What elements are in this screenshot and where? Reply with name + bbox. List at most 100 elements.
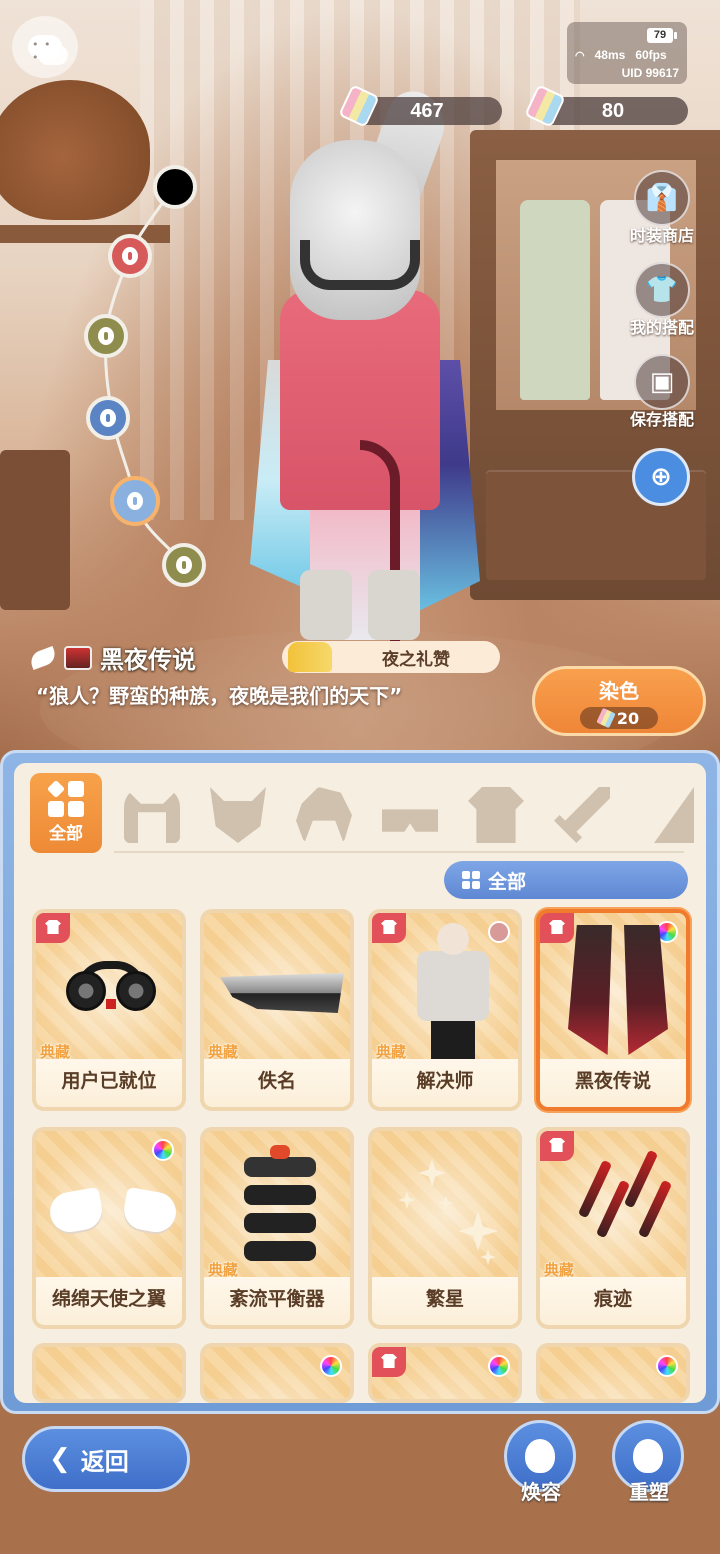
category-tabs: 全部 <box>14 763 706 859</box>
dye-cost: 20 <box>580 707 658 729</box>
lock-icon <box>127 492 143 510</box>
item-card[interactable]: 典藏 紊流平衡器 <box>200 1127 354 1329</box>
ping-value: 48ms <box>594 48 626 62</box>
variant-node-olive[interactable] <box>84 314 128 358</box>
item-card[interactable] <box>200 1343 354 1403</box>
variant-path <box>103 185 187 567</box>
coat-icon <box>288 642 332 672</box>
stars-effect-image <box>388 1151 508 1265</box>
fps-value: 60fps <box>635 48 667 62</box>
filter-dropdown[interactable]: 全部 <box>444 861 688 899</box>
top-category-tag-icon <box>372 1347 406 1377</box>
headphones-image <box>66 961 156 1015</box>
tab-sword-icon[interactable] <box>554 787 610 843</box>
rainbow-dye-icon <box>320 1355 342 1377</box>
top-category-tag-icon <box>540 1131 574 1161</box>
item-name: 绵绵天使之翼 <box>36 1277 182 1325</box>
item-name: 紊流平衡器 <box>204 1277 350 1325</box>
item-card[interactable]: 绵绵天使之翼 <box>32 1127 186 1329</box>
zoom-plus-icon: ⊕ <box>650 462 672 492</box>
tab-glasses-icon[interactable] <box>382 809 438 832</box>
wardrobe-panel: 全部 全部 典藏 用户已就位 典藏 佚名 典藏 解决师 黑夜传说 绵绵天使之翼 … <box>14 763 706 1403</box>
tab-hair-icon[interactable] <box>296 787 352 843</box>
chat-bubble-icon <box>28 35 62 64</box>
reshape-button[interactable]: 重塑 <box>612 1420 686 1505</box>
makeover-button[interactable]: 焕容 <box>504 1420 578 1505</box>
user-id: UID 99617 <box>621 66 679 80</box>
shirt-icon: 👔 <box>634 170 690 226</box>
tab-more-icon[interactable] <box>654 787 694 843</box>
rainbow-dye-icon <box>656 1355 678 1377</box>
item-name: 解决师 <box>372 1059 518 1107</box>
variant-node-blue[interactable] <box>86 396 130 440</box>
top-category-tag-icon <box>372 913 406 943</box>
save-outfit-button[interactable]: ▣ 保存搭配 <box>622 354 702 430</box>
angel-wings-image <box>46 1186 180 1236</box>
set-name: 夜之礼赞 <box>382 649 450 670</box>
back-arrow-icon: ❮ <box>49 1444 71 1474</box>
item-card[interactable] <box>32 1343 186 1403</box>
tab-divider <box>114 851 684 853</box>
top-category-tag-icon <box>36 913 70 943</box>
wifi-icon: ◠ <box>575 49 585 62</box>
currency-secondary-value: 80 <box>601 100 625 122</box>
item-name: 黑夜传说 <box>540 1059 686 1107</box>
dye-label: 染色 <box>599 679 639 703</box>
variant-node-lightblue-selected[interactable] <box>110 476 160 526</box>
item-name: 痕迹 <box>540 1277 686 1325</box>
item-card-selected[interactable]: 黑夜传说 <box>536 909 690 1111</box>
currency-primary[interactable]: 467 <box>338 84 502 128</box>
save-disk-icon: ▣ <box>634 354 690 410</box>
dye-button[interactable]: 染色 20 <box>532 666 706 736</box>
outfit-figure-image <box>407 923 497 1069</box>
variant-node-olive-2[interactable] <box>162 543 206 587</box>
hanger-shirt-icon: 👕 <box>634 262 690 318</box>
rainbow-dye-icon <box>152 1139 174 1161</box>
tab-all[interactable]: 全部 <box>30 773 102 853</box>
outfit-quote: “狼人？野蛮的种族，夜晚是我们的天下” <box>36 684 403 708</box>
item-grid-next-row <box>32 1343 692 1403</box>
set-name-pill[interactable]: 夜之礼赞 <box>282 641 500 673</box>
chat-button[interactable] <box>12 16 78 78</box>
item-card[interactable]: 繁星 <box>368 1127 522 1329</box>
lock-icon <box>98 327 114 345</box>
lock-icon <box>122 247 138 265</box>
tab-top-icon[interactable] <box>468 787 524 843</box>
wing-icon <box>28 645 58 670</box>
tab-mask-icon[interactable] <box>210 787 266 843</box>
item-card[interactable] <box>536 1343 690 1403</box>
variant-node-red[interactable] <box>108 234 152 278</box>
cape-image <box>568 925 668 1055</box>
back-button[interactable]: ❮ 返回 <box>22 1426 190 1492</box>
grid-icon <box>46 779 84 817</box>
item-name: 佚名 <box>204 1059 350 1107</box>
brand-badge-icon <box>64 645 92 670</box>
item-card[interactable] <box>368 1343 522 1403</box>
battery-indicator: 79 <box>647 28 677 43</box>
lock-icon <box>100 409 116 427</box>
outfit-name: 黑夜传说 <box>100 646 196 674</box>
rainbow-dye-icon <box>488 1355 510 1377</box>
body-figure-icon <box>633 1439 663 1473</box>
spine-stabilizer-image <box>244 1145 316 1261</box>
zoom-in-button[interactable]: ⊕ <box>632 448 690 506</box>
lock-icon <box>176 556 192 574</box>
fashion-shop-button[interactable]: 👔 时装商店 <box>622 170 702 246</box>
variant-node-black[interactable] <box>153 165 197 209</box>
my-outfits-button[interactable]: 👕 我的搭配 <box>622 262 702 338</box>
tab-cat-ears-icon[interactable] <box>124 787 180 843</box>
item-card[interactable]: 典藏 用户已就位 <box>32 909 186 1111</box>
item-card[interactable]: 典藏 解决师 <box>368 909 522 1111</box>
item-card[interactable]: 典藏 痕迹 <box>536 1127 690 1329</box>
currency-secondary[interactable]: 80 <box>524 84 688 128</box>
status-panel: 79 ◠ 48ms 60fps UID 99617 <box>567 22 687 84</box>
currency-primary-value: 467 <box>410 100 444 122</box>
face-icon <box>525 1439 555 1473</box>
item-grid: 典藏 用户已就位 典藏 佚名 典藏 解决师 黑夜传说 绵绵天使之翼 典藏 紊流平… <box>32 909 692 1329</box>
trace-marks-image <box>570 1149 673 1259</box>
outfit-title: 黑夜传说 <box>28 640 196 675</box>
player-character[interactable] <box>240 84 490 650</box>
item-name: 繁星 <box>372 1277 518 1325</box>
item-card[interactable]: 典藏 佚名 <box>200 909 354 1111</box>
grid-icon <box>462 871 480 889</box>
